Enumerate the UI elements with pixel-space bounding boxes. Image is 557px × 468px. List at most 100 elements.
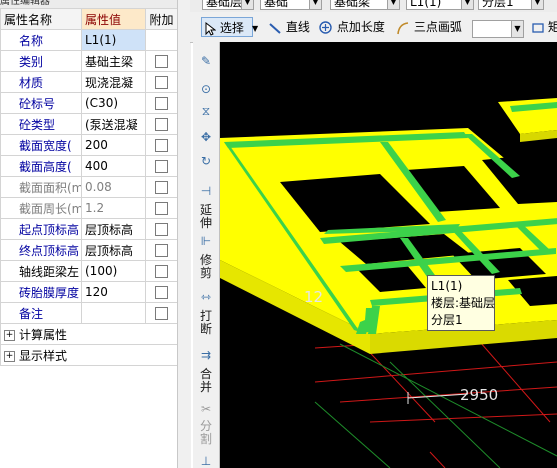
header-value[interactable]: 属性值 — [81, 8, 146, 30]
property-row[interactable]: 名称 L1(1) — [0, 29, 178, 51]
header-add[interactable]: 附加 — [145, 8, 178, 30]
mirror-icon[interactable]: ⧖ — [197, 104, 215, 119]
expand-plus-icon[interactable]: + — [4, 350, 15, 362]
trim-button[interactable]: 修剪 — [199, 254, 213, 280]
beam-structure[interactable] — [220, 98, 557, 354]
property-row[interactable]: 砼类型 (泵送混凝 — [0, 113, 178, 135]
floor-combo[interactable]: 基础层 ▼ — [202, 0, 254, 10]
add-checkbox[interactable] — [155, 55, 168, 68]
property-row[interactable]: 备注 — [0, 302, 178, 324]
add-checkbox[interactable] — [155, 223, 168, 236]
brush-icon[interactable]: ✎ — [197, 54, 215, 68]
property-name: 名称 — [0, 29, 82, 51]
type-combo[interactable]: 基础梁 ▼ — [330, 0, 400, 10]
add-checkbox[interactable] — [155, 160, 168, 173]
add-length-button[interactable]: 点加长度 — [318, 17, 385, 37]
element-combo[interactable]: L1(1) ▼ — [406, 0, 474, 10]
beam-3d-view[interactable]: 2950 12 — [220, 42, 557, 468]
chevron-down-icon[interactable]: ▼ — [241, 0, 253, 9]
property-group[interactable]: + 计算属性 — [0, 323, 178, 345]
chevron-down-icon[interactable]: ▼ — [309, 0, 321, 9]
chevron-down-icon[interactable]: ▼ — [461, 0, 473, 9]
property-group[interactable]: + 显示样式 — [0, 344, 178, 366]
property-row[interactable]: 起点顶标高 层顶标高 — [0, 218, 178, 240]
rectangle-button[interactable]: 矩 — [532, 17, 557, 37]
drawing-canvas[interactable]: 2950 12 L1(1) 楼层:基础层 分层1 — [220, 42, 557, 468]
three-point-arc-button[interactable]: 三点画弧 — [396, 17, 462, 37]
align-icon[interactable]: ⊥ — [197, 454, 215, 468]
property-row[interactable]: 终点顶标高 层顶标高 — [0, 239, 178, 261]
property-add-cell — [145, 134, 178, 156]
property-row[interactable]: 截面面积(m 0.08 — [0, 176, 178, 198]
line-button[interactable]: 直线 — [268, 17, 310, 37]
merge-button[interactable]: 合并 — [199, 368, 213, 394]
move-icon[interactable]: ✥ — [197, 130, 215, 144]
rotate-icon[interactable]: ↻ — [197, 154, 215, 168]
property-row[interactable]: 轴线距梁左 (100) — [0, 260, 178, 282]
property-row[interactable]: 砼标号 (C30) — [0, 92, 178, 114]
add-checkbox[interactable] — [155, 265, 168, 278]
property-name: 终点顶标高 — [0, 239, 82, 261]
chevron-down-icon[interactable]: ▼ — [387, 0, 399, 9]
panel-splitter[interactable] — [177, 0, 191, 468]
category-combo[interactable]: 基础 ▼ — [260, 0, 322, 10]
property-add-cell — [145, 260, 178, 282]
break-button[interactable]: 打断 — [199, 310, 213, 336]
add-checkbox[interactable] — [155, 139, 168, 152]
layer-combo[interactable]: 分层1 ▼ — [478, 0, 544, 10]
add-checkbox[interactable] — [155, 181, 168, 194]
property-value[interactable] — [81, 302, 146, 324]
property-value[interactable]: 200 — [81, 134, 146, 156]
add-checkbox[interactable] — [155, 307, 168, 320]
select-dropdown-icon[interactable]: ▼ — [252, 24, 258, 33]
property-add-cell — [145, 239, 178, 261]
expand-plus-icon[interactable]: + — [4, 329, 15, 341]
property-add-cell — [145, 176, 178, 198]
property-row[interactable]: 砖胎膜厚度 120 — [0, 281, 178, 303]
property-row[interactable]: 材质 现浇混凝 — [0, 71, 178, 93]
add-checkbox[interactable] — [155, 202, 168, 215]
property-group-row[interactable]: + 显示样式 — [0, 344, 178, 366]
chevron-down-icon[interactable]: ▼ — [511, 21, 523, 37]
break-icon[interactable]: ⇿ — [197, 290, 215, 304]
property-value[interactable]: L1(1) — [81, 29, 146, 51]
add-checkbox[interactable] — [155, 97, 168, 110]
extend-button[interactable]: 延伸 — [199, 204, 213, 230]
property-value[interactable]: (泵送混凝 — [81, 113, 146, 135]
property-value[interactable]: 层顶标高 — [81, 239, 146, 261]
chevron-down-icon[interactable]: ▼ — [531, 0, 543, 9]
offset-icon[interactable]: ⊙ — [197, 82, 215, 96]
property-row[interactable]: 截面周长(m 1.2 — [0, 197, 178, 219]
property-row[interactable]: 类别 基础主梁 — [0, 50, 178, 72]
header-name[interactable]: 属性名称 — [0, 8, 82, 30]
add-checkbox[interactable] — [155, 118, 168, 131]
property-value[interactable]: 现浇混凝 — [81, 71, 146, 93]
property-name: 砼类型 — [0, 113, 82, 135]
arc-mode-combo[interactable]: ▼ — [472, 20, 524, 38]
property-add-cell — [145, 197, 178, 219]
property-value[interactable]: 120 — [81, 281, 146, 303]
merge-icon[interactable]: ⇉ — [197, 348, 215, 362]
property-value[interactable]: 0.08 — [81, 176, 146, 198]
select-button[interactable]: 选择 — [201, 17, 253, 37]
tooltip-floor: 楼层:基础层 — [431, 296, 496, 310]
property-row[interactable]: 截面高度(400 — [0, 155, 178, 177]
property-value[interactable]: (100) — [81, 260, 146, 282]
arc-icon — [397, 21, 409, 34]
property-row[interactable]: 截面宽度(200 — [0, 134, 178, 156]
add-checkbox[interactable] — [155, 76, 168, 89]
property-name: 砖胎膜厚度 — [0, 281, 82, 303]
property-value[interactable]: 层顶标高 — [81, 218, 146, 240]
add-length-label: 点加长度 — [336, 20, 385, 34]
property-group-row[interactable]: + 计算属性 — [0, 323, 178, 345]
property-value[interactable]: 1.2 — [81, 197, 146, 219]
extend-icon[interactable]: ⊣ — [197, 184, 215, 198]
trim-icon[interactable]: ⊩ — [197, 234, 215, 248]
add-checkbox[interactable] — [155, 286, 168, 299]
split-button: 分割 — [199, 419, 212, 446]
property-value[interactable]: (C30) — [81, 92, 146, 114]
property-value[interactable]: 400 — [81, 155, 146, 177]
property-table: 属性名称 属性值 附加 名称 L1(1) 类别 基础主梁 材质 现浇混凝 砼标号 (C30) 砼… — [0, 8, 178, 366]
add-checkbox[interactable] — [155, 244, 168, 257]
property-value[interactable]: 基础主梁 — [81, 50, 146, 72]
